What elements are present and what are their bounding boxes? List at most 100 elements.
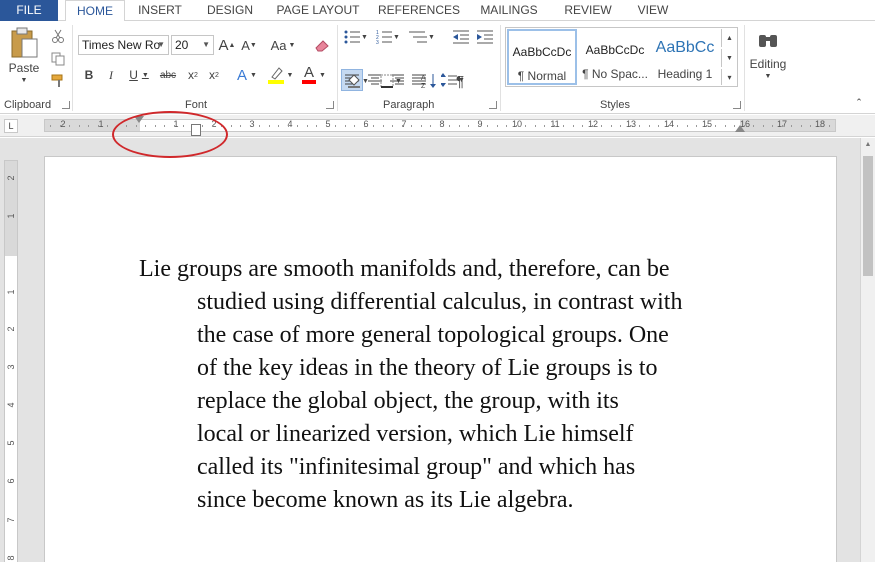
ruler-tick — [544, 125, 545, 127]
tab-page-layout[interactable]: PAGE LAYOUT — [274, 0, 362, 21]
ruler-number: 14 — [663, 119, 674, 129]
paragraph-launcher-icon[interactable] — [489, 101, 497, 109]
font-name-combo[interactable]: Times New Ro ▼ — [78, 35, 169, 55]
underline-button[interactable]: U ▼ — [124, 65, 154, 85]
borders-button[interactable]: ▼ — [376, 71, 406, 91]
ruler-tick — [601, 125, 602, 127]
tab-design[interactable]: DESIGN — [200, 0, 260, 21]
ruler-tick — [592, 125, 593, 127]
format-painter-button[interactable] — [49, 72, 67, 90]
change-case-button[interactable]: Aa ▼ — [268, 35, 298, 55]
shrink-font-button[interactable]: A ▼ — [240, 35, 258, 55]
decrease-indent-button[interactable] — [451, 27, 471, 47]
document-line: Lie groups are smooth manifolds and, the… — [139, 256, 670, 282]
chevron-down-icon: ▼ — [764, 73, 772, 80]
vertical-scrollbar[interactable]: ▲ — [860, 138, 875, 562]
tab-selector-button[interactable]: L — [4, 119, 18, 133]
superscript-button[interactable]: x2 — [205, 65, 223, 85]
ruler-tick — [649, 125, 650, 127]
document-line: of the key ideas in the theory of Lie gr… — [197, 355, 658, 381]
strikethrough-button[interactable]: abc — [157, 65, 179, 85]
tab-insert[interactable]: INSERT — [133, 0, 187, 21]
italic-button[interactable]: I — [102, 65, 120, 85]
collapse-ribbon-button[interactable]: ⌃ — [852, 96, 866, 108]
document-text[interactable]: Lie groups are smooth manifolds and, the… — [139, 253, 759, 517]
ruler-tick — [430, 125, 431, 127]
style-no-spacing-sample: AaBbCcDc — [585, 43, 645, 57]
styles-scroll-down-button[interactable]: ▼ — [721, 49, 737, 67]
paragraph-group-label: Paragraph — [383, 99, 435, 111]
ruler-tick — [373, 125, 374, 127]
ribbon-tabs: FILE HOME INSERT DESIGN PAGE LAYOUT REFE… — [0, 0, 875, 22]
editing-button[interactable]: Editing ▼ — [748, 27, 788, 89]
styles-scroll-up-button[interactable]: ▲ — [721, 29, 737, 47]
chevron-down-icon: ▼ — [361, 33, 368, 41]
chevron-down-icon: ▼ — [288, 41, 296, 49]
tab-home[interactable]: HOME — [65, 0, 125, 22]
svg-text:3: 3 — [376, 40, 379, 44]
ruler-tick — [772, 125, 773, 127]
tab-view[interactable]: VIEW — [632, 0, 674, 21]
numbering-icon: 123 — [376, 30, 393, 44]
sort-button[interactable]: AZ — [419, 71, 439, 91]
tab-file[interactable]: FILE — [0, 0, 58, 21]
ruler-tick — [725, 125, 726, 127]
text-effects-label: A — [237, 66, 248, 84]
multilevel-list-icon — [409, 31, 428, 43]
vertical-ruler[interactable]: 2 1 1 2 3 4 5 6 7 8 — [4, 160, 18, 562]
copy-button[interactable] — [49, 50, 67, 68]
styles-more-button[interactable]: ▾ — [721, 69, 737, 85]
ruler-tick — [782, 125, 783, 127]
scroll-thumb[interactable] — [863, 156, 873, 276]
increase-indent-button[interactable] — [475, 27, 495, 47]
chevron-up-icon: ⌃ — [855, 96, 863, 107]
grow-font-button[interactable]: A ▲ — [218, 35, 236, 55]
ruler-tick — [630, 125, 631, 127]
paste-label: Paste — [8, 61, 40, 75]
bold-button[interactable]: B — [80, 65, 98, 85]
tab-references[interactable]: REFERENCES — [378, 0, 460, 21]
text-effects-button[interactable]: A ▼ — [232, 65, 262, 85]
tab-review[interactable]: REVIEW — [561, 0, 615, 21]
multilevel-list-button[interactable]: ▼ — [406, 27, 438, 47]
right-indent-marker[interactable] — [735, 125, 745, 132]
font-color-button[interactable]: A ▼ — [298, 65, 330, 85]
ruler-tick — [696, 125, 697, 127]
font-launcher-icon[interactable] — [326, 101, 334, 109]
style-normal[interactable]: AaBbCcDc ¶ Normal — [507, 29, 577, 85]
ruler-tick — [535, 125, 536, 127]
bullets-icon — [344, 30, 361, 44]
tab-mailings[interactable]: MAILINGS — [475, 0, 543, 21]
cut-button[interactable] — [49, 27, 67, 45]
font-color-swatch — [302, 80, 317, 84]
paste-button[interactable]: Paste ▼ — [4, 25, 44, 91]
chevron-down-icon: ▼ — [157, 40, 165, 49]
subscript-button[interactable]: x2 — [184, 65, 202, 85]
font-size-combo[interactable]: 20 ▼ — [171, 35, 214, 55]
ruler-tick — [345, 125, 346, 127]
styles-launcher-icon[interactable] — [733, 101, 741, 109]
bullets-button[interactable]: ▼ — [342, 27, 370, 47]
style-heading-1[interactable]: AaBbCc Heading 1 — [652, 29, 718, 85]
ruler-tick — [411, 125, 412, 127]
clipboard-launcher-icon[interactable] — [62, 101, 70, 109]
ruler-tick — [259, 125, 260, 127]
show-hide-button[interactable]: ¶ — [450, 71, 470, 91]
scroll-up-button[interactable]: ▲ — [861, 138, 875, 152]
shading-button[interactable]: ▼ — [345, 71, 371, 91]
ruler-tick — [402, 125, 403, 127]
ruler-number: 8 — [439, 119, 445, 129]
numbering-button[interactable]: 123 ▼ — [374, 27, 402, 47]
vruler-number: 8 — [6, 555, 16, 561]
clear-formatting-button[interactable] — [312, 35, 332, 55]
style-no-spacing[interactable]: AaBbCcDc ¶ No Spac... — [580, 29, 650, 85]
ruler-tick — [611, 125, 612, 127]
change-case-label: Aa — [270, 37, 287, 53]
borders-icon — [380, 74, 394, 88]
chevron-down-icon: ▼ — [286, 71, 294, 79]
highlight-button[interactable]: ▼ — [264, 65, 296, 85]
ribbon: Paste ▼ Clipboard Times New Ro ▼ 20 ▼ A ▲… — [0, 21, 875, 114]
style-normal-name: ¶ Normal — [517, 69, 567, 83]
ruler-tick — [288, 125, 289, 127]
ruler-tick — [98, 125, 99, 127]
